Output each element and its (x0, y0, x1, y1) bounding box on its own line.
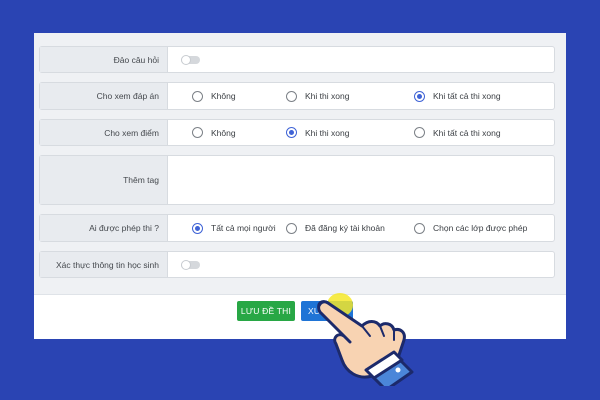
toggle-knob (181, 259, 191, 270)
radio-circle (192, 127, 203, 138)
verify-student-toggle[interactable] (181, 259, 200, 270)
show-score-option-after-exam[interactable]: Khi thi xong (286, 127, 349, 139)
add-tag-label: Thêm tag (40, 156, 168, 204)
radio-circle (414, 222, 425, 234)
toggle-knob (181, 54, 191, 65)
who-can-take-option-everyone[interactable]: Tất cả mọi người (192, 222, 276, 234)
add-tag-row: Thêm tag (39, 155, 555, 205)
radio-circle-checked (286, 127, 297, 138)
radio-circle (286, 90, 297, 102)
who-can-take-option-classes[interactable]: Chọn các lớp được phép (414, 222, 527, 234)
add-tag-input[interactable] (168, 156, 554, 204)
radio-circle-checked (192, 222, 203, 234)
exam-settings-form: Đảo câu hỏi Cho xem đáp án Không Khi thi… (34, 33, 566, 295)
who-can-take-row: Ai được phép thi ? Tất cả mọi người Đã đ… (39, 214, 555, 242)
cuff-button (395, 367, 401, 373)
show-answers-option-none[interactable]: Không (192, 90, 236, 102)
radio-circle (414, 127, 425, 138)
show-answers-option-after-all[interactable]: Khi tất cả thi xong (414, 90, 501, 102)
show-answers-label: Cho xem đáp án (40, 83, 168, 109)
radio-circle-checked (414, 90, 425, 102)
show-answers-option-after-exam[interactable]: Khi thi xong (286, 90, 349, 102)
radio-circle (286, 222, 297, 234)
show-answers-row: Cho xem đáp án Không Khi thi xong Khi tấ… (39, 82, 555, 110)
shuffle-questions-label: Đảo câu hỏi (40, 47, 168, 72)
settings-panel: Đảo câu hỏi Cho xem đáp án Không Khi thi… (34, 33, 566, 339)
save-exam-button[interactable]: LƯU ĐỀ THI (237, 301, 295, 321)
show-score-label: Cho xem điểm (40, 120, 168, 145)
verify-student-row: Xác thực thông tin học sinh (39, 251, 555, 278)
shuffle-questions-row: Đảo câu hỏi (39, 46, 555, 73)
who-can-take-option-registered[interactable]: Đã đăng ký tài khoản (286, 222, 385, 234)
show-score-option-none[interactable]: Không (192, 127, 236, 139)
show-score-option-after-all[interactable]: Khi tất cả thi xong (414, 127, 501, 139)
pointing-hand-icon (317, 300, 414, 386)
verify-student-label: Xác thực thông tin học sinh (40, 252, 168, 277)
who-can-take-label: Ai được phép thi ? (40, 215, 168, 241)
shuffle-questions-toggle[interactable] (181, 54, 200, 65)
show-score-row: Cho xem điểm Không Khi thi xong Khi tất … (39, 119, 555, 146)
radio-circle (192, 90, 203, 102)
